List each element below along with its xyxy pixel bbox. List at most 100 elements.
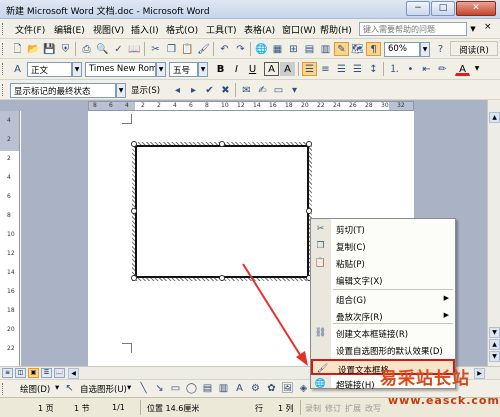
- menu-tools[interactable]: 工具(T): [206, 23, 237, 36]
- bullets-icon[interactable]: •: [403, 62, 418, 76]
- menu-file[interactable]: 文件(F): [15, 23, 45, 36]
- read-mode-button[interactable]: 阅读(R): [450, 41, 498, 56]
- context-menu-item[interactable]: ✂ 剪切(T): [311, 221, 455, 237]
- align-left-icon[interactable]: ☰: [302, 62, 317, 76]
- reading-view-icon[interactable]: 📖: [54, 368, 65, 378]
- oval-icon[interactable]: ◯: [184, 381, 199, 395]
- scroll-left-icon[interactable]: ◀: [68, 368, 79, 379]
- context-menu-item[interactable]: 设置自选图形的默认效果(D): [311, 342, 455, 358]
- toolbar-grip[interactable]: [2, 84, 5, 96]
- font-size-select[interactable]: 五号: [169, 62, 198, 77]
- vertical-scrollbar[interactable]: ▲ ▼ ▲ ▼: [487, 100, 500, 366]
- draw-menu-button[interactable]: 绘图(D): [20, 383, 50, 395]
- autoshapes-button[interactable]: 自选图形(U): [80, 383, 127, 395]
- align-right-icon[interactable]: ☰: [334, 62, 349, 76]
- permission-icon[interactable]: ⛨: [58, 42, 73, 56]
- status-track-changes[interactable]: 修订: [325, 403, 341, 414]
- scroll-up-icon[interactable]: ▲: [489, 112, 500, 123]
- format-painter-icon[interactable]: 🖌: [196, 42, 211, 56]
- display-mode-select[interactable]: 显示标记的最终状态: [10, 83, 116, 98]
- next-change-icon[interactable]: ▸: [186, 83, 201, 97]
- italic-button[interactable]: I: [229, 62, 244, 76]
- picture-icon[interactable]: 🖼: [280, 381, 295, 395]
- new-document-icon[interactable]: 🗋: [10, 42, 25, 56]
- copy-icon[interactable]: ❐: [164, 42, 179, 56]
- context-menu-item[interactable]: ⛓ 创建文本框链接(R): [311, 325, 455, 341]
- menu-window[interactable]: 窗口(W): [282, 23, 316, 36]
- styles-pane-icon[interactable]: A: [10, 62, 25, 76]
- zoom-select[interactable]: 60%: [384, 42, 420, 57]
- clipart-icon[interactable]: ✿: [264, 381, 279, 395]
- horizontal-ruler[interactable]: 8 6 4 2 2 4 6 8 10 12 14 16 18 20 22 24 26 28 30 32: [88, 101, 414, 111]
- context-menu-item[interactable]: ❐ 复制(C): [311, 238, 455, 254]
- highlight-icon[interactable]: ✏: [435, 62, 450, 76]
- resize-handle-right[interactable]: [306, 208, 312, 214]
- help-search-input[interactable]: 键入需要帮助的问题: [359, 22, 467, 36]
- underline-button[interactable]: U: [245, 62, 260, 76]
- textbox-icon[interactable]: ▤: [200, 381, 215, 395]
- help-dropdown-icon[interactable]: ▼: [468, 22, 478, 36]
- maximize-button[interactable]: □: [431, 1, 455, 16]
- menu-insert[interactable]: 插入(I): [131, 23, 159, 36]
- print-icon[interactable]: ⎙: [79, 42, 94, 56]
- rectangle-icon[interactable]: ▭: [168, 381, 183, 395]
- open-folder-icon[interactable]: 📂: [26, 42, 41, 56]
- resize-handle-top-left[interactable]: [131, 141, 137, 147]
- menu-help[interactable]: 帮助(H): [320, 23, 352, 36]
- menu-view[interactable]: 视图(V): [93, 23, 124, 36]
- redo-icon[interactable]: ↷: [233, 42, 248, 56]
- insert-table-icon[interactable]: ⊞: [286, 42, 301, 56]
- font-size-dropdown-icon[interactable]: ▼: [198, 62, 208, 77]
- close-button[interactable]: ✕: [456, 1, 496, 16]
- zoom-dropdown-icon[interactable]: ▼: [420, 42, 430, 57]
- style-dropdown-icon[interactable]: ▼: [72, 62, 82, 77]
- previous-page-icon[interactable]: ▲: [489, 339, 500, 350]
- autoshapes-dropdown-icon[interactable]: ▾: [127, 383, 131, 393]
- style-select[interactable]: 正文: [27, 62, 72, 77]
- resize-handle-bottom-left[interactable]: [131, 275, 137, 281]
- context-menu-item[interactable]: 编辑文字(X): [311, 272, 455, 288]
- cut-icon[interactable]: ✂: [148, 42, 163, 56]
- web-view-icon[interactable]: ◫: [15, 368, 26, 378]
- bold-button[interactable]: B: [213, 62, 228, 76]
- options-icon[interactable]: ▾: [287, 83, 302, 97]
- reject-change-icon[interactable]: ✖: [218, 83, 233, 97]
- outline-view-icon[interactable]: ☰: [41, 368, 52, 378]
- text-box[interactable]: [135, 145, 309, 278]
- toolbar-grip[interactable]: [2, 43, 5, 55]
- diagram-icon[interactable]: ⚙: [248, 381, 263, 395]
- normal-view-icon[interactable]: ≡: [2, 368, 13, 378]
- char-shading-button[interactable]: A: [280, 62, 295, 76]
- previous-change-icon[interactable]: ◂: [170, 83, 185, 97]
- align-center-icon[interactable]: ≡: [318, 62, 333, 76]
- fill-color-icon[interactable]: ◈: [296, 381, 311, 395]
- resize-handle-top-right[interactable]: [306, 141, 312, 147]
- print-view-icon[interactable]: ▣: [28, 368, 39, 378]
- wordart-icon[interactable]: A: [232, 381, 247, 395]
- paste-icon[interactable]: 📋: [180, 42, 195, 56]
- drawing-icon[interactable]: ✎: [334, 42, 349, 56]
- draw-dropdown-icon[interactable]: ▾: [55, 383, 59, 393]
- print-preview-icon[interactable]: 🔍: [95, 42, 110, 56]
- justify-icon[interactable]: ☰: [350, 62, 365, 76]
- line-spacing-icon[interactable]: ↕: [366, 62, 381, 76]
- font-dropdown-icon[interactable]: ▼: [156, 62, 166, 77]
- context-menu-item[interactable]: 叠放次序(R) ▶: [311, 308, 455, 324]
- vertical-ruler[interactable]: 4 2 2 4 6 8 10 12 14 16 18 20 22: [0, 111, 20, 366]
- font-color-dropdown-icon[interactable]: ▼: [472, 62, 482, 77]
- scroll-down-icon[interactable]: ▼: [489, 327, 500, 338]
- resize-handle-bottom[interactable]: [219, 275, 225, 281]
- numbering-icon[interactable]: ⒈: [387, 62, 402, 76]
- menu-edit[interactable]: 编辑(E): [54, 23, 85, 36]
- tables-borders-icon[interactable]: ▦: [270, 42, 285, 56]
- context-menu-item[interactable]: 📋 粘贴(P): [311, 255, 455, 271]
- document-map-icon[interactable]: 🗺: [350, 42, 365, 56]
- select-objects-icon[interactable]: ↖: [62, 381, 77, 395]
- font-color-button[interactable]: A: [455, 62, 470, 76]
- toolbar-grip[interactable]: [2, 63, 5, 75]
- track-changes-icon[interactable]: ✍: [255, 83, 270, 97]
- vertical-textbox-icon[interactable]: ▥: [216, 381, 231, 395]
- char-border-button[interactable]: A: [264, 62, 279, 76]
- insert-excel-icon[interactable]: ▤: [302, 42, 317, 56]
- reviewing-pane-icon[interactable]: ▭: [271, 83, 286, 97]
